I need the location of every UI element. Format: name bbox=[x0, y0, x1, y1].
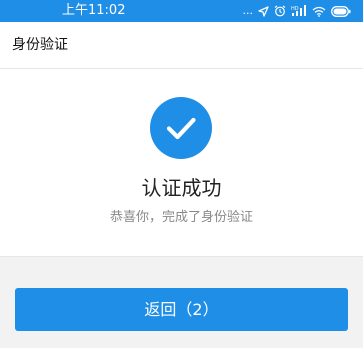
title-bar: 身份验证 bbox=[0, 22, 363, 69]
battery-icon bbox=[331, 5, 351, 17]
result-panel: 认证成功 恭喜你，完成了身份验证 bbox=[0, 69, 363, 257]
success-description: 恭喜你，完成了身份验证 bbox=[109, 210, 253, 225]
more-dots-icon: ... bbox=[242, 4, 254, 17]
signal-hd-icon: HD bbox=[291, 5, 307, 17]
status-bar: 上午11:02 ... HD bbox=[0, 0, 363, 22]
back-button[interactable]: 返回（2） bbox=[15, 288, 348, 331]
status-time: 上午11:02 bbox=[62, 3, 126, 18]
alarm-icon bbox=[274, 5, 286, 17]
check-circle-icon bbox=[150, 97, 212, 159]
status-icons: ... HD bbox=[243, 3, 352, 19]
page-title: 身份验证 bbox=[12, 37, 68, 53]
wifi-icon bbox=[312, 6, 326, 17]
location-icon bbox=[258, 5, 269, 17]
success-title: 认证成功 bbox=[141, 176, 222, 200]
